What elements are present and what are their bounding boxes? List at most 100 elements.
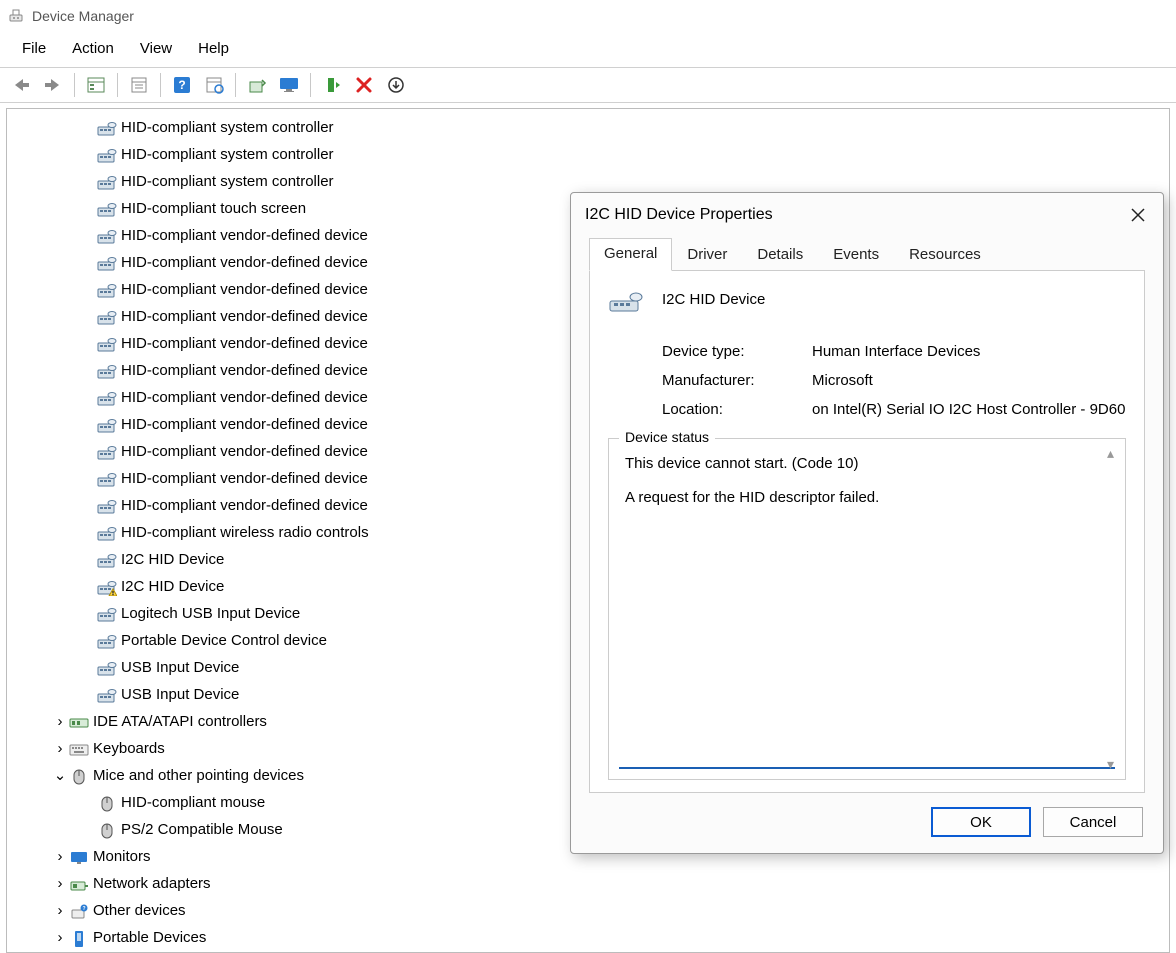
device-label: HID-compliant system controller (121, 115, 334, 141)
device-label: HID-compliant vendor-defined device (121, 412, 368, 438)
ok-button[interactable]: OK (931, 807, 1031, 837)
nav-forward-button[interactable] (38, 71, 68, 99)
dialog-close-button[interactable] (1127, 204, 1149, 226)
category-label: IDE ATA/ATAPI controllers (93, 709, 267, 735)
label-device-type: Device type: (662, 343, 812, 360)
expander-icon[interactable]: › (51, 925, 69, 951)
device-label: HID-compliant vendor-defined device (121, 385, 368, 411)
tab-resources[interactable]: Resources (894, 239, 996, 271)
category-icon (69, 768, 89, 786)
device-label: HID-compliant vendor-defined device (121, 358, 368, 384)
value-device-type: Human Interface Devices (812, 343, 1126, 360)
svg-text:?: ? (82, 906, 85, 912)
device-icon (97, 444, 117, 462)
nav-back-button[interactable] (6, 71, 36, 99)
expander-icon[interactable]: › (51, 709, 69, 735)
category-label: Other devices (93, 898, 186, 924)
help-button[interactable]: ? (167, 71, 197, 99)
device-label: USB Input Device (121, 682, 239, 708)
label-manufacturer: Manufacturer: (662, 372, 812, 389)
device-status-text[interactable]: This device cannot start. (Code 10) A re… (619, 451, 1115, 769)
device-icon (97, 498, 117, 516)
device-icon (97, 822, 117, 840)
dialog-tabs: General Driver Details Events Resources (589, 237, 1145, 271)
uninstall-device-button[interactable] (349, 71, 379, 99)
device-label: PS/2 Compatible Mouse (121, 817, 283, 843)
device-label: I2C HID Device (121, 547, 224, 573)
category-icon (69, 714, 89, 732)
menu-help[interactable]: Help (186, 36, 241, 61)
device-hid-0[interactable]: HID-compliant system controller (7, 115, 1169, 142)
value-location: on Intel(R) Serial IO I2C Host Controlle… (812, 401, 1126, 418)
device-hid-1[interactable]: HID-compliant system controller (7, 142, 1169, 169)
expander-icon[interactable]: › (51, 844, 69, 870)
device-label: HID-compliant vendor-defined device (121, 277, 368, 303)
device-label: Portable Device Control device (121, 628, 327, 654)
device-icon (97, 201, 117, 219)
device-icon (97, 633, 117, 651)
device-icon (97, 363, 117, 381)
value-manufacturer: Microsoft (812, 372, 1126, 389)
category-label: Portable Devices (93, 925, 206, 951)
enable-device-button[interactable] (317, 71, 347, 99)
update-driver-button[interactable] (242, 71, 272, 99)
status-scrollbar[interactable]: ▴▾ (1107, 445, 1121, 773)
window-title: Device Manager (32, 8, 134, 24)
toolbar: ? (0, 67, 1176, 103)
device-icon (97, 471, 117, 489)
device-label: Logitech USB Input Device (121, 601, 300, 627)
label-location: Location: (662, 401, 812, 418)
category-icon (69, 849, 89, 867)
category-label: Mice and other pointing devices (93, 763, 304, 789)
category-icon (69, 741, 89, 759)
properties-dialog: I2C HID Device Properties General Driver… (570, 192, 1164, 854)
device-label: HID-compliant vendor-defined device (121, 331, 368, 357)
device-icon (97, 255, 117, 273)
device-icon (97, 552, 117, 570)
expander-icon[interactable]: › (51, 736, 69, 762)
device-icon (97, 417, 117, 435)
scan-hardware-button[interactable] (199, 71, 229, 99)
scan-changes-button[interactable] (381, 71, 411, 99)
tab-general[interactable]: General (589, 238, 672, 271)
expander-icon[interactable]: › (51, 871, 69, 897)
device-label: USB Input Device (121, 655, 239, 681)
device-icon (97, 795, 117, 813)
category-label: Keyboards (93, 736, 165, 762)
menu-action[interactable]: Action (60, 36, 126, 61)
dialog-titlebar: I2C HID Device Properties (571, 193, 1163, 237)
device-label: HID-compliant wireless radio controls (121, 520, 369, 546)
device-icon (97, 147, 117, 165)
menu-file[interactable]: File (10, 36, 58, 61)
device-label: HID-compliant vendor-defined device (121, 439, 368, 465)
titlebar: Device Manager (0, 0, 1176, 32)
category-label: Monitors (93, 844, 151, 870)
category-network[interactable]: › Network adapters (7, 871, 1169, 898)
category-icon (69, 876, 89, 894)
cancel-button[interactable]: Cancel (1043, 807, 1143, 837)
category-portable[interactable]: › Portable Devices (7, 925, 1169, 952)
tab-driver[interactable]: Driver (672, 239, 742, 271)
expander-icon[interactable]: ⌄ (51, 763, 69, 789)
tab-details[interactable]: Details (742, 239, 818, 271)
category-other[interactable]: ›? Other devices (7, 898, 1169, 925)
properties-button[interactable] (124, 71, 154, 99)
device-status-frame: Device status This device cannot start. … (608, 438, 1126, 780)
tab-events[interactable]: Events (818, 239, 894, 271)
device-label: HID-compliant system controller (121, 169, 334, 195)
category-icon (69, 930, 89, 948)
category-label: Network adapters (93, 871, 211, 897)
device-icon (97, 687, 117, 705)
device-icon (97, 390, 117, 408)
device-icon (97, 606, 117, 624)
show-hide-tree-button[interactable] (81, 71, 111, 99)
device-label: HID-compliant touch screen (121, 196, 306, 222)
device-icon (97, 282, 117, 300)
menubar: File Action View Help (0, 32, 1176, 67)
device-label: HID-compliant vendor-defined device (121, 250, 368, 276)
device-label: HID-compliant vendor-defined device (121, 493, 368, 519)
expander-icon[interactable]: › (51, 898, 69, 924)
device-status-label: Device status (619, 429, 715, 445)
menu-view[interactable]: View (128, 36, 184, 61)
monitor-button[interactable] (274, 71, 304, 99)
